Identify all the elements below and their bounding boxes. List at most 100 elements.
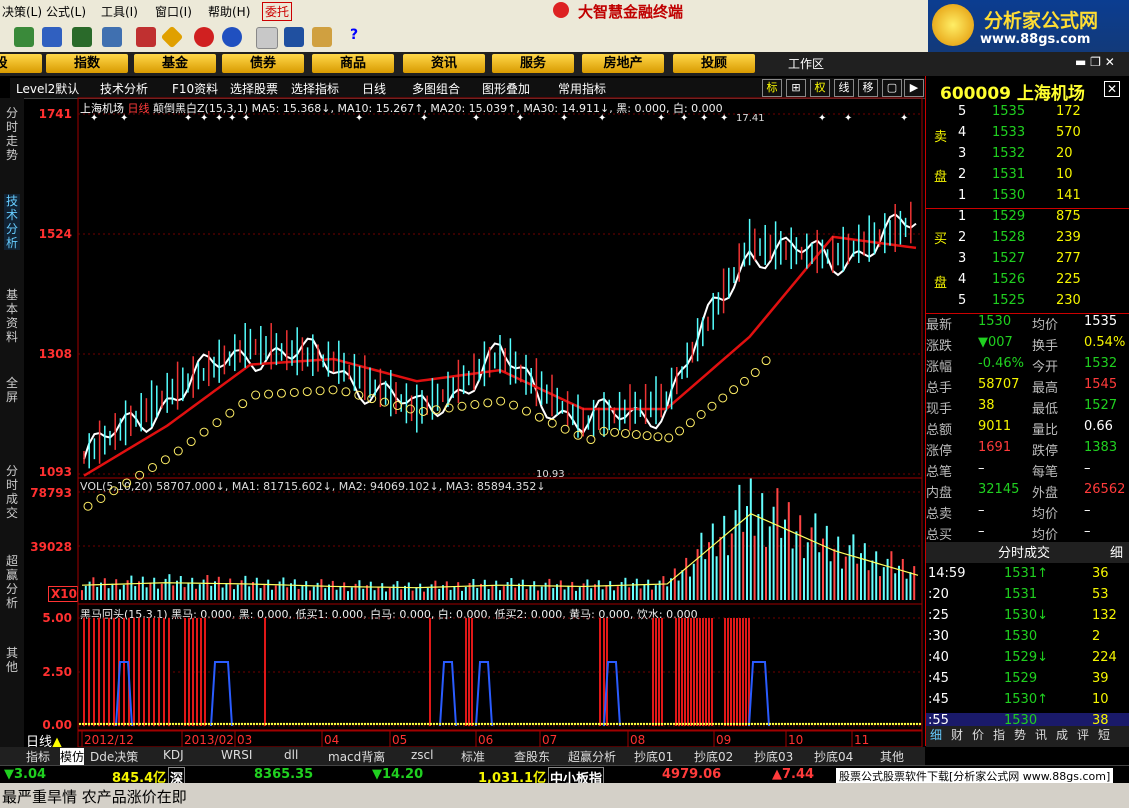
baseline-dot [408,722,412,726]
quote-tab[interactable]: 短 [1098,726,1110,743]
baseline-dot [543,722,547,726]
brand-url: www.88gs.com [980,32,1091,47]
baseline-dot [273,722,277,726]
baseline-dot [897,722,901,726]
stat-label: 内盘 [926,486,953,501]
baseline-dot [732,722,736,726]
indicator-tab[interactable]: KDJ [163,748,184,762]
stat-row: 内盘 32145 外盘 26562 [926,482,1129,503]
quote-tab[interactable]: 讯 [1035,726,1047,743]
price-panel-border [77,97,923,479]
stat-label: 外盘 [1032,486,1059,501]
indicator-tab[interactable]: zscl [411,748,433,762]
ad-banner[interactable]: 股票公式股票软件下载[分析家公式网 www.88gs.com] [836,768,1114,784]
indicator-tab[interactable]: macd背离 [328,748,385,765]
support-circle [496,396,506,406]
baseline-dot [471,722,475,726]
indicator-tab[interactable]: WRSI [221,748,252,762]
baseline-dot [318,722,322,726]
baseline-dot [345,722,349,726]
baseline-dot [519,722,523,726]
stat-row: 最新 1530 均价 1535 [926,314,1129,335]
quote-tab[interactable]: 评 [1077,726,1089,743]
baseline-dot [843,722,847,726]
baseline-dot [105,722,109,726]
quote-code: 600009 [940,84,1011,104]
baseline-dot [369,722,373,726]
x-axis-label: 2012/12 [84,733,134,747]
baseline-dot [402,722,406,726]
baseline-dot [882,722,886,726]
support-circle [405,404,415,414]
baseline-dot [348,722,352,726]
baseline-dot [213,722,217,726]
tick-row: :40 1529↓ 224 [926,650,1129,671]
baseline-dot [396,722,400,726]
indicator-tab[interactable]: 查股东 [514,748,550,765]
baseline-dot [93,722,97,726]
stat-value: 26562 [1084,482,1126,497]
close-icon[interactable]: ✕ [1104,81,1120,97]
tick-volume: 224 [1092,650,1117,665]
indicator-tab[interactable]: 抄底03 [754,748,793,765]
baseline-dot [165,722,169,726]
baseline-dot [819,722,823,726]
quote-tab[interactable]: 成 [1056,726,1068,743]
baseline-dot [576,722,580,726]
baseline-dot [150,722,154,726]
baseline-dot [477,722,481,726]
support-circle [560,424,570,434]
baseline-dot [624,722,628,726]
baseline-dot [597,722,601,726]
support-circle [521,406,531,416]
indicator-tab[interactable]: 抄底04 [814,748,853,765]
ask-volume: 10 [1056,167,1073,182]
baseline-dot [132,722,136,726]
signal-star-icon: ✦ [700,113,708,124]
chart-canvas[interactable]: ✦ ✦ ✦ ✦ ✦ ✦ ✦ ✦ ✦ ✦ ✦ ✦ ✦ ✦ ✦ ✦ ✦ ✦ ✦ ✦ 2012/12 2013/02 03 04 0… [0,0,925,748]
window-controls-icon[interactable]: ▬ ❐ ✕ [1075,55,1115,69]
quote-tab[interactable]: 财 [951,726,963,743]
quote-tab[interactable]: 细 [930,726,942,743]
signal-star-icon: ✦ [680,113,688,124]
quote-tab[interactable]: 价 [972,726,984,743]
indicator-tab[interactable]: 指标 [26,748,50,765]
indicator-tab[interactable]: Dde决策 [90,748,138,765]
baseline-dot [717,722,721,726]
baseline-dot [696,722,700,726]
baseline-dot [270,722,274,726]
stat-value: – [978,524,985,539]
support-circle [418,406,428,416]
indicator-tab[interactable]: 其他 [880,748,904,765]
stat-value: – [978,461,985,476]
indicator-tab[interactable]: 抄底01 [634,748,673,765]
quote-tab[interactable]: 指 [993,726,1005,743]
baseline-dot [579,722,583,726]
baseline-dot [723,722,727,726]
indicator-tab[interactable]: 超赢分析 [568,748,616,765]
baseline-dot [909,722,913,726]
baseline-dot [681,722,685,726]
indicator-tab[interactable]: 模仿 [60,748,85,765]
baseline-dot [852,722,856,726]
indicator-tab[interactable]: dll [284,748,298,762]
bid-price: 1526 [992,272,1026,287]
baseline-dot [585,722,589,726]
baseline-dot [468,722,472,726]
signal-star-icon: ✦ [200,113,208,124]
support-circle [696,410,706,419]
baseline-dot [573,722,577,726]
baseline-dot [282,722,286,726]
indicator-tab[interactable]: 标准 [461,748,485,765]
quote-tab[interactable]: 势 [1014,726,1026,743]
baseline-dot [300,722,304,726]
bid-volume: 875 [1056,209,1081,224]
baseline-dot [435,722,439,726]
news-text[interactable]: 最严重旱情 农产品涨价在即 [2,786,187,807]
baseline-dot [657,722,661,726]
bid-level: 2 [958,230,967,245]
x-axis-label: 05 [392,733,407,747]
signal-star-icon: ✦ [598,113,606,124]
indicator-tab[interactable]: 抄底02 [694,748,733,765]
stat-row: 总卖 – 均价 – [926,503,1129,524]
